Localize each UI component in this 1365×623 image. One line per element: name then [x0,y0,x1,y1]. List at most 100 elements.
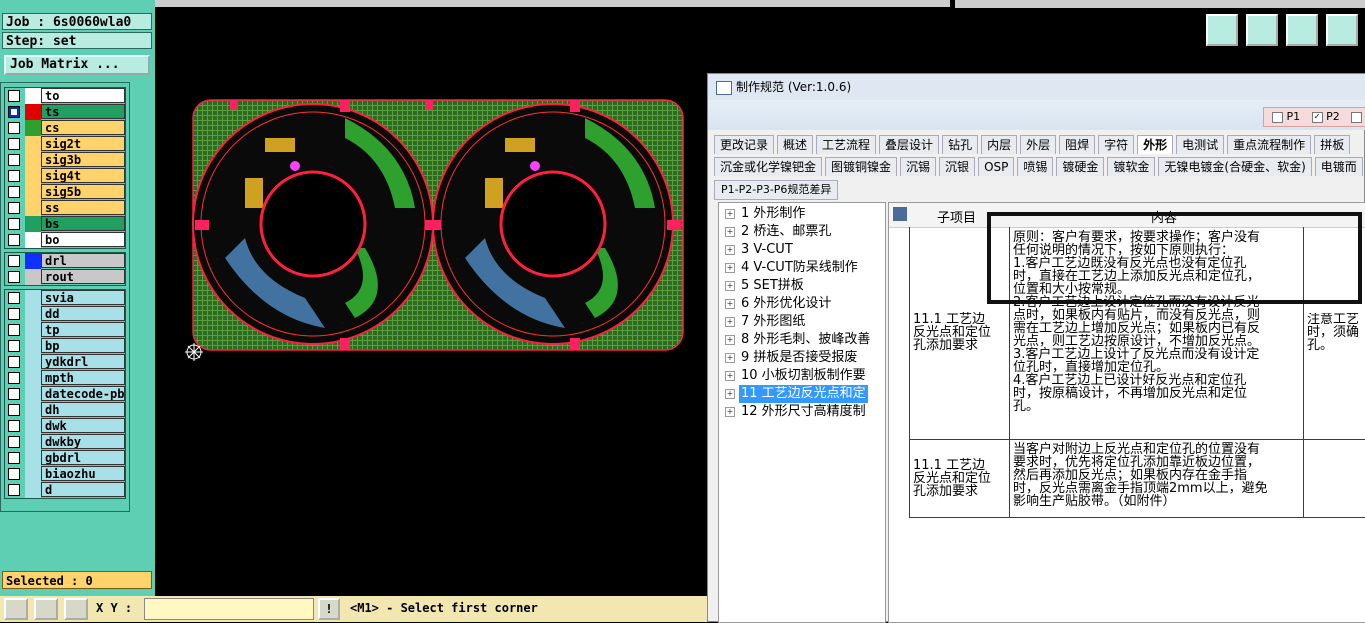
layer-name[interactable]: tp [41,322,125,337]
layer-name[interactable]: dh [41,402,125,417]
tab-rrow2-9[interactable]: 电镀而 [1314,157,1363,176]
expand-icon[interactable]: + [725,299,735,309]
tab-rrow1-3[interactable]: 叠层设计 [879,135,940,154]
layer-checkbox[interactable] [8,436,20,448]
layer-name[interactable]: sig5b [41,184,125,199]
tree-item[interactable]: +12 外形尺寸高精度制 [719,403,885,421]
layer-checkbox[interactable] [8,106,20,118]
layer-checkbox[interactable] [8,468,20,480]
layer-checkbox[interactable] [8,372,20,384]
tree-item[interactable]: +4 V-CUT防呆线制作 [719,259,885,277]
p2-checkbox[interactable]: ✓ [1311,111,1323,123]
layer-row-svia[interactable]: svia [5,290,125,306]
layer-name[interactable]: ss [41,200,125,215]
layer-name[interactable]: bs [41,216,125,231]
tab-rrow2-6[interactable]: 镀硬金 [1056,157,1105,176]
tree-item[interactable]: +10 小板切割板制作要 [719,367,885,385]
window-icon[interactable] [1326,14,1358,46]
layer-name[interactable]: sig2t [41,136,125,151]
layer-checkbox[interactable] [8,154,20,166]
p3-checkbox[interactable] [1351,111,1363,123]
layer-row-drl[interactable]: drl [5,253,125,269]
layer-checkbox[interactable] [8,122,20,134]
layer-down-icon[interactable] [1246,14,1278,46]
layer-checkbox[interactable] [8,138,20,150]
layer-row-dh[interactable]: dh [5,402,125,418]
layer-row-bp[interactable]: bp [5,338,125,354]
tab-rrow2-8[interactable]: 无镍电镀金(合硬金、软金) [1158,157,1312,176]
tab-rrow1-1[interactable]: 概述 [777,135,814,154]
layer-row-bs[interactable]: bs [5,216,125,232]
layer-name[interactable]: gbdrl [41,450,125,465]
layer-checkbox[interactable] [8,292,20,304]
layer-name[interactable]: to [41,88,125,103]
tab-rrow1-11[interactable]: 重点流程制作 [1227,135,1312,154]
p1-checkbox[interactable] [1272,111,1283,123]
layer-name[interactable]: biaozhu [41,466,125,481]
layer-row-biaozhu[interactable]: biaozhu [5,466,125,482]
layer-name[interactable]: bo [41,232,125,247]
layer-name[interactable]: dwkby [41,434,125,449]
layer-name[interactable]: svia [41,290,125,305]
layer-checkbox[interactable] [8,271,20,283]
measure-line-icon[interactable] [4,598,28,620]
layer-checkbox[interactable] [8,484,20,496]
layer-checkbox[interactable] [8,170,20,182]
expand-icon[interactable]: + [725,227,735,237]
layer-row-cs[interactable]: cs [5,120,125,136]
layer-checkbox[interactable] [8,218,20,230]
tree-item[interactable]: +8 外形毛刺、披峰改善 [719,331,885,349]
layer-row-rout[interactable]: rout [5,269,125,285]
layer-name[interactable]: d [41,482,125,497]
layer-name[interactable]: rout [41,269,125,284]
layer-up-icon[interactable] [1206,14,1238,46]
tab-p-diff[interactable]: P1-P2-P3-P6规范差异 [714,180,839,200]
tree-item[interactable]: +1 外形制作 [719,205,885,223]
tab-rrow1-4[interactable]: 钻孔 [942,135,979,154]
pcb-canvas[interactable] [155,8,707,596]
layer-checkbox[interactable] [8,452,20,464]
layer-name[interactable]: cs [41,120,125,135]
layer-row-gbdrl[interactable]: gbdrl [5,450,125,466]
warning-button[interactable]: ! [318,598,340,620]
layer-name[interactable]: dd [41,306,125,321]
layer-name[interactable]: datecode-pbo [41,386,125,401]
layer-checkbox[interactable] [8,186,20,198]
layer-row-sig5b[interactable]: sig5b [5,184,125,200]
layer-row-dwk[interactable]: dwk [5,418,125,434]
layer-row-mpth[interactable]: mpth [5,370,125,386]
tree-item[interactable]: +3 V-CUT [719,241,885,259]
xy-input[interactable] [144,598,314,620]
tab-rrow1-5[interactable]: 内层 [981,135,1018,154]
layer-name[interactable]: mpth [41,370,125,385]
home-icon[interactable] [1286,14,1318,46]
layer-checkbox[interactable] [8,388,20,400]
layer-name[interactable]: ydkdrl [41,354,125,369]
tab-rrow1-9[interactable]: 外形 [1137,135,1174,154]
layer-row-tp[interactable]: tp [5,322,125,338]
expand-icon[interactable]: + [725,335,735,345]
tree-item[interactable]: +2 桥连、邮票孔 [719,223,885,241]
layer-name[interactable]: bp [41,338,125,353]
layer-row-sig3b[interactable]: sig3b [5,152,125,168]
tab-rrow1-0[interactable]: 更改记录 [714,135,775,154]
layer-checkbox[interactable] [8,324,20,336]
layer-name[interactable]: dwk [41,418,125,433]
layer-checkbox[interactable] [8,308,20,320]
tab-rrow1-6[interactable]: 外层 [1020,135,1057,154]
layer-checkbox[interactable] [8,340,20,352]
layer-row-sig4t[interactable]: sig4t [5,168,125,184]
layer-checkbox[interactable] [8,420,20,432]
layer-row-bo[interactable]: bo [5,232,125,248]
tree-item[interactable]: +11 工艺边反光点和定 [719,385,885,403]
layer-checkbox[interactable] [8,90,20,102]
tree-item[interactable]: +5 SET拼板 [719,277,885,295]
tab-rrow2-1[interactable]: 图镀铜镍金 [825,157,898,176]
layer-checkbox[interactable] [8,255,20,267]
layer-row-sig2t[interactable]: sig2t [5,136,125,152]
expand-icon[interactable]: + [725,281,735,291]
grid-snap-icon[interactable] [64,598,88,620]
layer-row-ts[interactable]: ts [5,104,125,120]
layer-row-to[interactable]: to [5,88,125,104]
tab-rrow1-12[interactable]: 拼板 [1314,135,1351,154]
